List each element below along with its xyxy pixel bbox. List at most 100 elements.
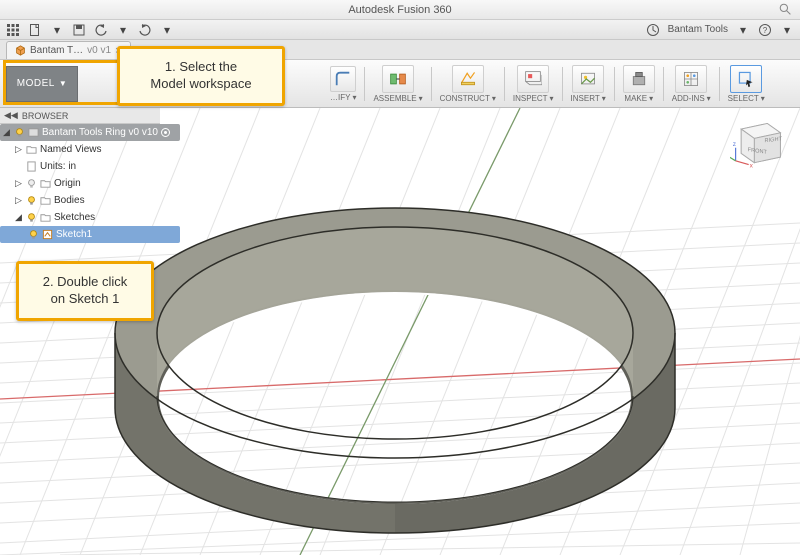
- folder-icon: [40, 212, 51, 223]
- chevron-down-icon: ▾: [761, 94, 765, 103]
- bulb-off-icon[interactable]: [26, 178, 37, 189]
- search-icon[interactable]: [779, 3, 792, 16]
- callout-line: 2. Double click: [33, 274, 137, 291]
- account-name[interactable]: Bantam Tools: [668, 24, 728, 35]
- quick-access-bar: ▾ ▾ ▾ Bantam Tools ▾ ? ▾: [0, 20, 800, 40]
- collapse-arrow-icon[interactable]: ◢: [14, 212, 23, 223]
- tab-version: v0 v1: [87, 45, 111, 56]
- cube-icon: [15, 45, 26, 56]
- collapse-icon[interactable]: ◀◀: [4, 110, 18, 121]
- svg-text:?: ?: [763, 26, 768, 35]
- chevron-down-icon: ▾: [492, 94, 496, 103]
- chevron-down-icon: ▾: [550, 94, 554, 103]
- chevron-down-icon: ▾: [707, 94, 711, 103]
- make-group: MAKE▾: [617, 63, 661, 105]
- svg-text:z: z: [733, 141, 736, 148]
- folder-icon: [26, 144, 37, 155]
- tree-label: Sketches: [54, 212, 95, 223]
- undo-icon[interactable]: [94, 23, 108, 37]
- chevron-down-icon: ▾: [602, 94, 606, 103]
- title-bar: Autodesk Fusion 360: [0, 0, 800, 20]
- chevron-down-icon[interactable]: ▾: [736, 23, 750, 37]
- fillet-button[interactable]: [330, 66, 356, 92]
- browser-title: BROWSER: [22, 111, 69, 121]
- chevron-down-icon: ▾: [419, 94, 423, 103]
- collapse-arrow-icon[interactable]: ◢: [2, 127, 11, 138]
- insert-group: INSERT▾: [565, 63, 612, 105]
- file-new-icon[interactable]: [28, 23, 42, 37]
- document-tab[interactable]: Bantam T… v0 v1 ×: [6, 41, 131, 59]
- tree-root[interactable]: ◢ Bantam Tools Ring v0 v10: [0, 124, 180, 141]
- chevron-down-icon: ▾: [649, 94, 653, 103]
- save-icon[interactable]: [72, 23, 86, 37]
- modify-group: …IFY▾: [324, 64, 362, 104]
- select-label: SELECT: [728, 94, 759, 103]
- tree-item-units[interactable]: Units: in: [0, 158, 180, 175]
- callout-2: 2. Double click on Sketch 1: [16, 261, 154, 321]
- tree-root-label: Bantam Tools Ring v0 v10: [42, 127, 158, 138]
- tree-label: Sketch1: [56, 229, 92, 240]
- document-icon: [26, 161, 37, 172]
- bulb-icon[interactable]: [14, 127, 25, 138]
- expand-arrow-icon[interactable]: ▷: [14, 178, 23, 189]
- tree-item-bodies[interactable]: ▷ Bodies: [0, 192, 180, 209]
- inspect-label: INSPECT: [513, 94, 548, 103]
- chevron-down-icon[interactable]: ▾: [780, 23, 794, 37]
- tab-label: Bantam T…: [30, 45, 83, 56]
- browser-panel-header[interactable]: ◀◀ BROWSER: [0, 108, 160, 124]
- addins-group: ADD-INS▾: [666, 63, 717, 105]
- construct-group: CONSTRUCT▾: [434, 63, 502, 105]
- tree-label: Named Views: [40, 144, 102, 155]
- expand-arrow-icon[interactable]: ▷: [14, 195, 23, 206]
- make-label: MAKE: [624, 94, 647, 103]
- svg-text:x: x: [750, 162, 754, 169]
- browser-panel: ◢ Bantam Tools Ring v0 v10 ▷ Named Views…: [0, 124, 180, 243]
- activate-radio-icon[interactable]: [161, 128, 170, 137]
- app-title: Autodesk Fusion 360: [348, 4, 451, 16]
- insert-label: INSERT: [571, 94, 600, 103]
- addins-label: ADD-INS: [672, 94, 705, 103]
- tree-item-sketches[interactable]: ◢ Sketches: [0, 209, 180, 226]
- addins-button[interactable]: [675, 65, 707, 93]
- chevron-down-icon[interactable]: ▾: [116, 23, 130, 37]
- tree-item-named-views[interactable]: ▷ Named Views: [0, 141, 180, 158]
- construct-label: CONSTRUCT: [440, 94, 490, 103]
- tree-label: Units: in: [40, 161, 76, 172]
- inspect-group: INSPECT▾: [507, 63, 560, 105]
- component-icon: [28, 127, 39, 138]
- tree-item-sketch1[interactable]: Sketch1: [0, 226, 180, 243]
- help-icon[interactable]: ?: [758, 23, 772, 37]
- grid-icon[interactable]: [6, 23, 20, 37]
- annotation-highlight: [3, 60, 120, 105]
- assemble-label: ASSEMBLE: [373, 94, 416, 103]
- assemble-button[interactable]: [382, 65, 414, 93]
- expand-arrow-icon[interactable]: ▷: [14, 144, 23, 155]
- make-button[interactable]: [623, 65, 655, 93]
- folder-icon: [40, 178, 51, 189]
- construct-button[interactable]: [452, 65, 484, 93]
- assemble-group: ASSEMBLE▾: [367, 63, 428, 105]
- insert-button[interactable]: [572, 65, 604, 93]
- callout-1: 1. Select the Model workspace: [117, 46, 285, 106]
- chevron-down-icon: ▾: [352, 93, 356, 102]
- callout-line: Model workspace: [134, 76, 268, 93]
- modify-label: …IFY: [330, 93, 350, 102]
- tree-item-origin[interactable]: ▷ Origin: [0, 175, 180, 192]
- callout-line: 1. Select the: [134, 59, 268, 76]
- bulb-icon[interactable]: [28, 229, 39, 240]
- folder-icon: [40, 195, 51, 206]
- bulb-icon[interactable]: [26, 195, 37, 206]
- view-cube[interactable]: FRONT RIGHT z x: [730, 116, 786, 172]
- inspect-button[interactable]: [517, 65, 549, 93]
- bulb-icon[interactable]: [26, 212, 37, 223]
- select-button[interactable]: [730, 65, 762, 93]
- tree-label: Bodies: [54, 195, 85, 206]
- callout-line: on Sketch 1: [33, 291, 137, 308]
- clock-icon[interactable]: [646, 23, 660, 37]
- chevron-down-icon[interactable]: ▾: [160, 23, 174, 37]
- tree-label: Origin: [54, 178, 81, 189]
- sketch-icon: [42, 229, 53, 240]
- select-group: SELECT▾: [722, 63, 771, 105]
- chevron-down-icon[interactable]: ▾: [50, 23, 64, 37]
- redo-icon[interactable]: [138, 23, 152, 37]
